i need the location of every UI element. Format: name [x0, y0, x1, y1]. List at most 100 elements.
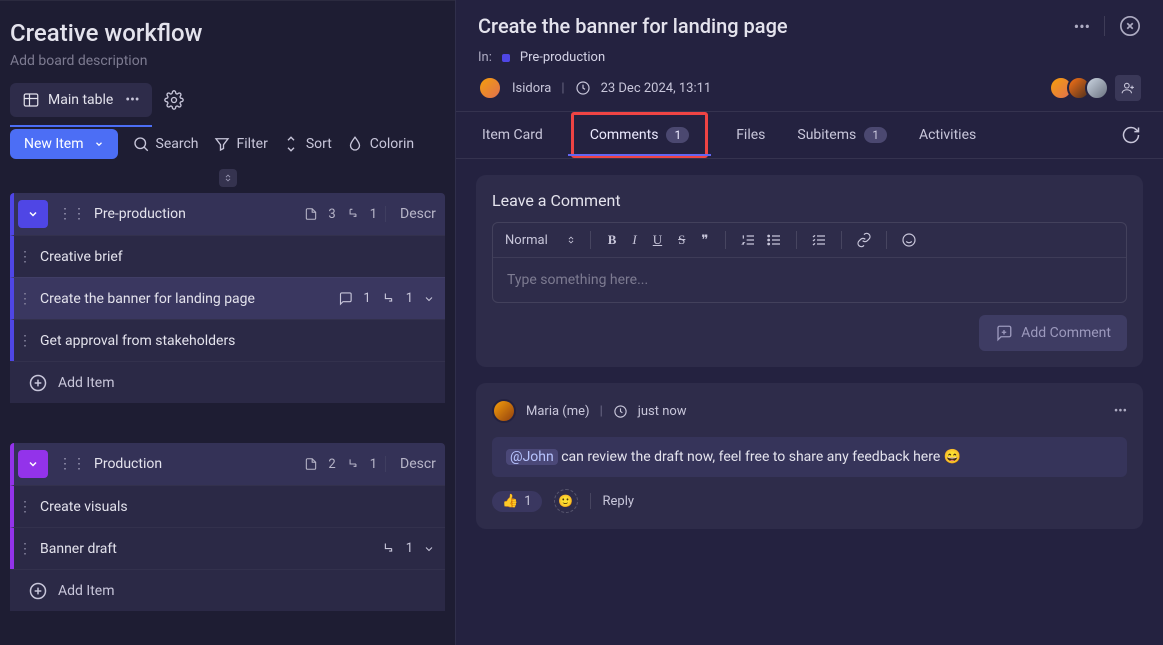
chevron-down-icon[interactable]: [423, 543, 435, 555]
add-item-label: Add Item: [58, 375, 115, 391]
add-comment-button[interactable]: Add Comment: [979, 315, 1127, 351]
doc-count: 2: [328, 457, 335, 472]
comment-input[interactable]: Type something here...: [493, 258, 1126, 302]
comment-card: Maria (me) | just now ••• @John can revi…: [476, 383, 1143, 529]
drag-icon[interactable]: ⋮: [14, 249, 36, 265]
divider: |: [561, 81, 564, 96]
chevron-down-icon[interactable]: [423, 293, 435, 305]
item-detail-panel: Create the banner for landing page ••• I…: [455, 0, 1163, 645]
compose-title: Leave a Comment: [492, 191, 1127, 210]
board-description-placeholder[interactable]: Add board description: [10, 53, 445, 69]
divider: [1104, 16, 1105, 36]
more-icon[interactable]: •••: [1074, 17, 1090, 36]
table-row[interactable]: ⋮ Create the banner for landing page 1 1: [10, 277, 445, 319]
divider: |: [600, 404, 603, 419]
view-label: Main table: [48, 92, 113, 108]
tab-label: Activities: [919, 127, 976, 143]
group-title: Production: [94, 456, 162, 472]
search-label: Search: [156, 136, 199, 152]
tab-subitems[interactable]: Subitems 1: [793, 112, 891, 158]
table-row[interactable]: ⋮ Create visuals: [10, 485, 445, 527]
underline-button[interactable]: U: [650, 232, 665, 248]
italic-button[interactable]: I: [629, 232, 639, 248]
tab-files[interactable]: Files: [732, 112, 769, 158]
sort-icon: [282, 135, 300, 153]
coloring-button[interactable]: Colorin: [346, 135, 414, 153]
row-text: Create visuals: [36, 499, 445, 515]
tab-item-card[interactable]: Item Card: [478, 112, 547, 158]
group-header-production[interactable]: ⋮⋮ Production 2 1 Descr: [10, 443, 445, 485]
tab-activities[interactable]: Activities: [915, 112, 980, 158]
divider: [796, 231, 797, 249]
tab-comments[interactable]: Comments 1: [571, 112, 708, 158]
column-resize-handle[interactable]: [219, 169, 237, 187]
drag-icon[interactable]: ⋮: [14, 541, 36, 557]
drag-icon[interactable]: ⋮: [14, 291, 36, 307]
filter-button[interactable]: Filter: [213, 135, 268, 153]
add-item-label: Add Item: [58, 583, 115, 599]
add-reaction-button[interactable]: 🙂: [554, 489, 578, 513]
search-icon: [132, 135, 150, 153]
link-button[interactable]: [856, 232, 872, 248]
subtask-icon[interactable]: [381, 291, 396, 306]
bold-button[interactable]: B: [605, 232, 620, 248]
reaction-pill[interactable]: 👍 1: [492, 491, 542, 512]
sub-count: 1: [370, 207, 377, 222]
collapse-toggle[interactable]: [18, 200, 48, 228]
add-comment-label: Add Comment: [1021, 325, 1111, 341]
group-header-preproduction[interactable]: ⋮⋮ Pre-production 3 1 Descr: [10, 193, 445, 235]
plus-circle-icon: [28, 373, 48, 393]
sort-button[interactable]: Sort: [282, 135, 332, 153]
drag-icon[interactable]: ⋮: [14, 333, 36, 349]
subtask-icon[interactable]: [381, 541, 396, 556]
emoji-button[interactable]: [901, 232, 917, 248]
search-button[interactable]: Search: [132, 135, 199, 153]
checklist-button[interactable]: [811, 232, 827, 248]
comment-icon[interactable]: [338, 291, 353, 306]
add-item-button[interactable]: Add Item: [10, 361, 445, 403]
view-main-table[interactable]: Main table •••: [10, 83, 152, 117]
close-icon[interactable]: [1119, 15, 1141, 37]
row-text: Banner draft: [36, 541, 381, 557]
style-select[interactable]: Normal: [505, 233, 576, 248]
new-item-button[interactable]: New Item: [10, 129, 118, 159]
strike-button[interactable]: S: [675, 232, 688, 248]
divider: [841, 231, 842, 249]
mention[interactable]: @John: [506, 449, 558, 465]
more-icon[interactable]: •••: [125, 92, 139, 108]
tab-label: Item Card: [482, 127, 543, 143]
compose-card: Leave a Comment Normal B I U S ❞: [476, 175, 1143, 367]
column-description: Descr: [385, 206, 445, 222]
row-text: Creative brief: [36, 249, 445, 265]
avatar[interactable]: [478, 76, 502, 100]
ordered-list-button[interactable]: [740, 232, 756, 248]
tab-label: Comments: [590, 127, 659, 143]
more-icon[interactable]: •••: [1114, 404, 1127, 419]
table-row[interactable]: ⋮ Creative brief: [10, 235, 445, 277]
group-title: Pre-production: [94, 206, 186, 222]
avatar[interactable]: [492, 399, 516, 423]
row-text: Get approval from stakeholders: [36, 333, 445, 349]
bullet-list-button[interactable]: [766, 232, 782, 248]
table-row[interactable]: ⋮ Get approval from stakeholders: [10, 319, 445, 361]
quote-button[interactable]: ❞: [698, 232, 711, 248]
participants[interactable]: [1055, 76, 1109, 100]
comment-body: @John can review the draft now, feel fre…: [492, 437, 1127, 477]
doc-icon: [304, 457, 318, 471]
drag-icon[interactable]: ⋮⋮: [58, 206, 86, 222]
reply-button[interactable]: Reply: [603, 494, 635, 509]
add-people-button[interactable]: [1115, 75, 1141, 101]
collapse-toggle[interactable]: [18, 450, 48, 478]
drag-icon[interactable]: ⋮: [14, 499, 36, 515]
gear-icon[interactable]: [164, 90, 184, 110]
clock-icon: [613, 404, 628, 419]
refresh-icon[interactable]: [1121, 125, 1141, 145]
comment-text: can review the draft now, feel free to s…: [558, 449, 961, 465]
in-value[interactable]: Pre-production: [520, 50, 605, 65]
comment-author: Maria (me): [526, 404, 590, 419]
style-label: Normal: [505, 233, 548, 248]
item-title[interactable]: Create the banner for landing page: [478, 14, 788, 38]
drag-icon[interactable]: ⋮⋮: [58, 456, 86, 472]
table-row[interactable]: ⋮ Banner draft 1: [10, 527, 445, 569]
add-item-button[interactable]: Add Item: [10, 569, 445, 611]
